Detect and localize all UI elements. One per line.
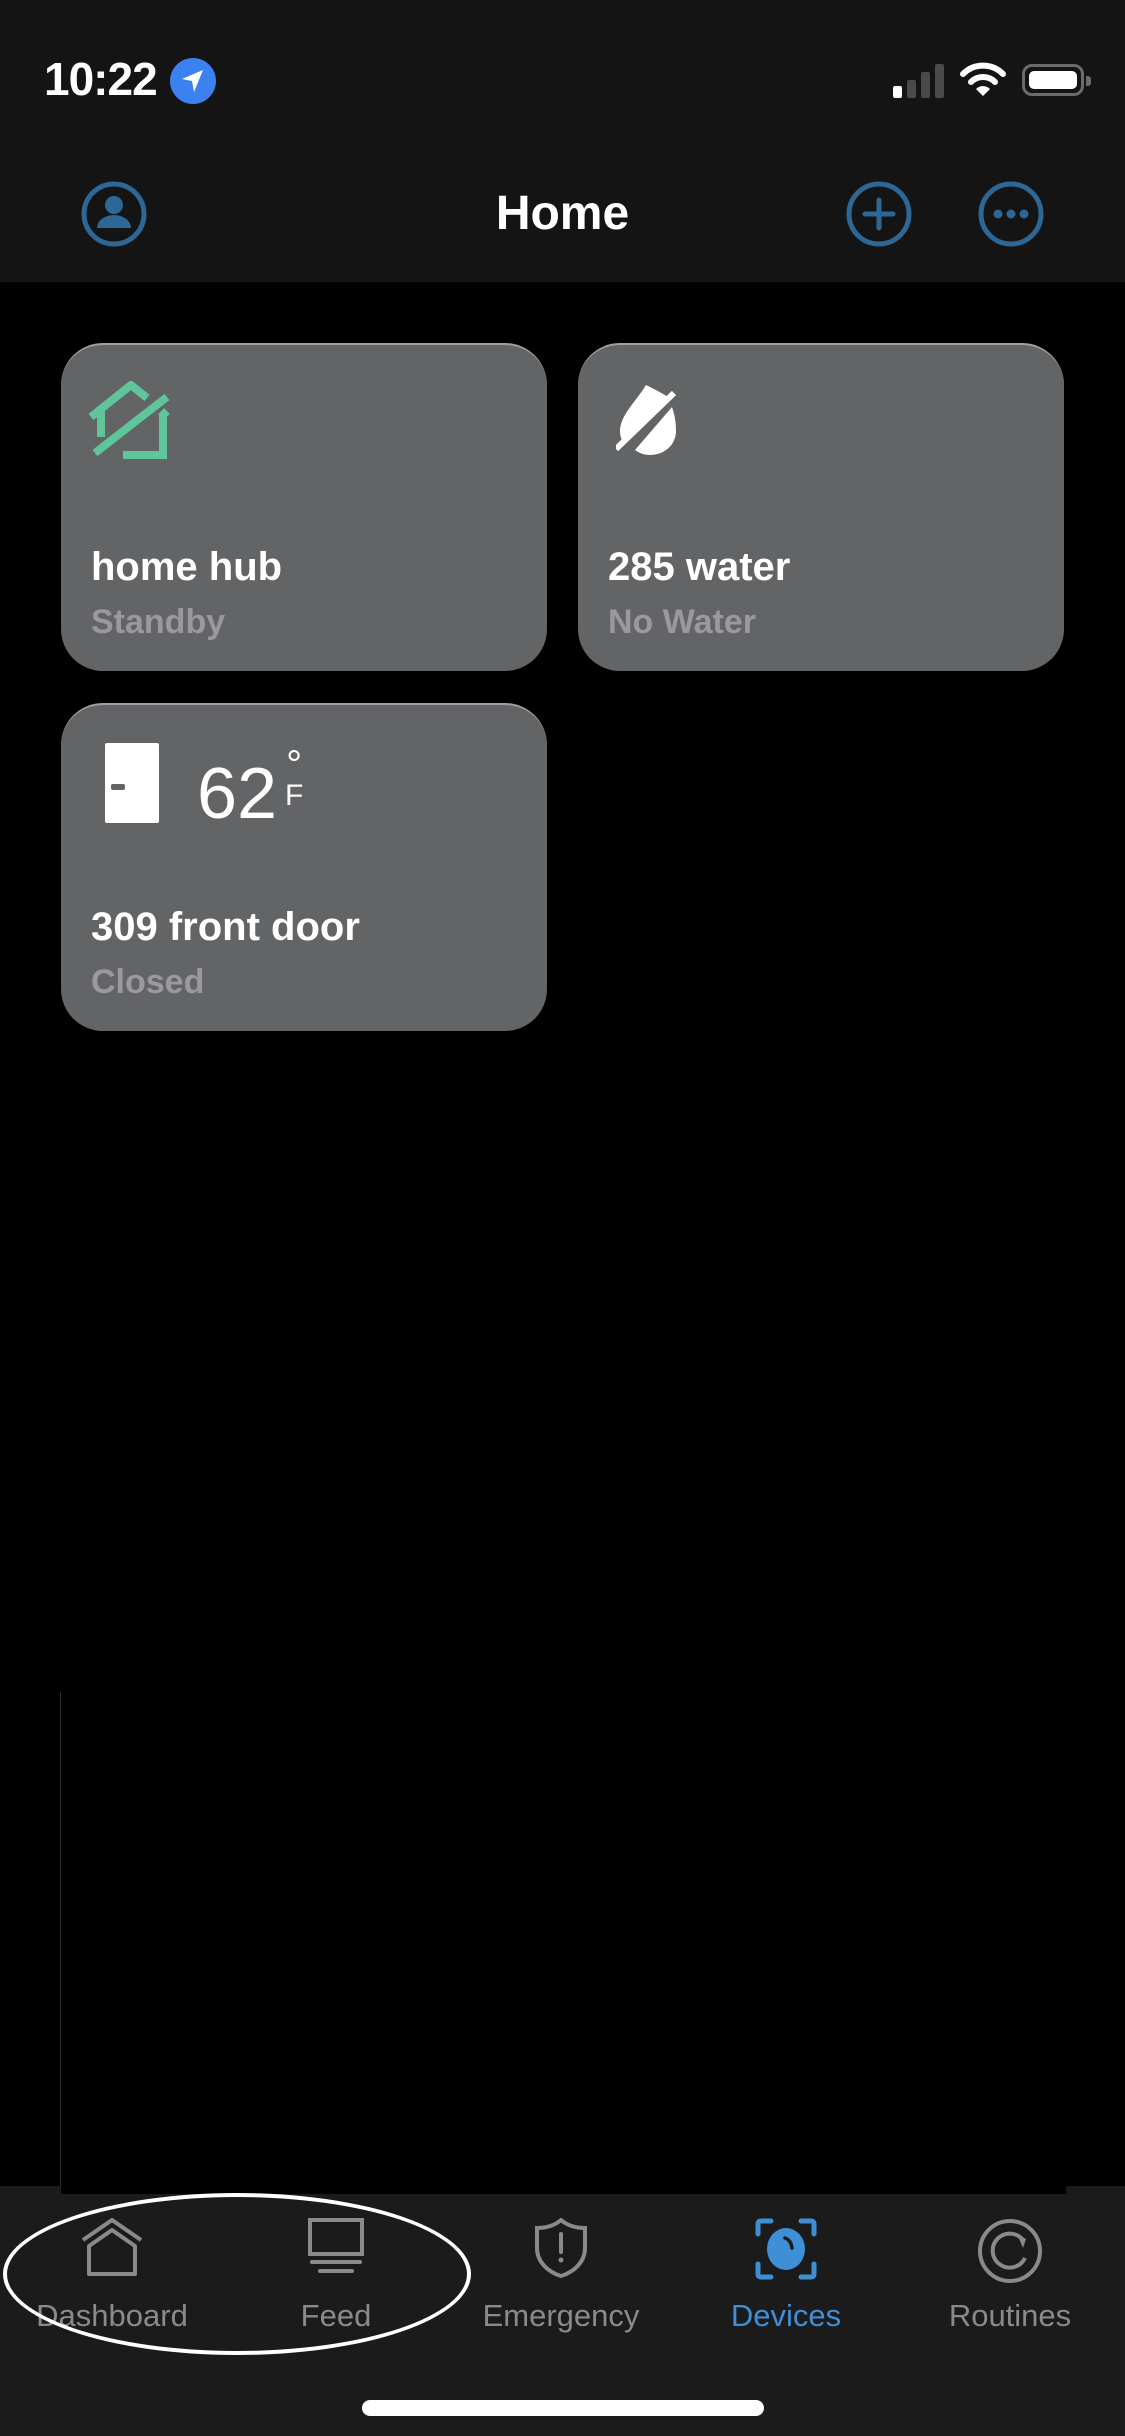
device-name: home hub (91, 545, 283, 589)
status-bar: 10:22 (0, 0, 1125, 150)
device-name: 309 front door (91, 905, 360, 949)
page-title: Home (495, 187, 630, 240)
house-icon (81, 2218, 143, 2276)
cellular-signal-icon (893, 64, 944, 98)
divider-line (60, 1692, 61, 2190)
tab-label: Dashboard (36, 2298, 188, 2333)
shield-alert-icon (535, 2218, 587, 2278)
device-status: Closed (91, 963, 205, 1001)
location-arrow-icon (170, 58, 216, 104)
content-edge (61, 2186, 1066, 2194)
add-device-button[interactable] (845, 180, 913, 248)
tab-label: Devices (730, 2298, 842, 2333)
device-name: 285 water (608, 545, 791, 589)
temperature-value: 62 (197, 754, 278, 834)
home-hub-offline-icon (89, 381, 170, 459)
ellipsis-circle-icon (978, 181, 1044, 247)
tab-bar: Dashboard Feed Emergency Devices Routine… (0, 2186, 1125, 2436)
temperature-unit-letter: F (285, 779, 304, 812)
device-status: No Water (608, 603, 756, 641)
devices-camera-icon (755, 2218, 817, 2280)
wifi-icon (960, 62, 1006, 96)
tab-label: Feed (300, 2298, 372, 2333)
status-time: 10:22 (44, 53, 158, 105)
tab-devices[interactable]: Devices (676, 2218, 896, 2338)
refresh-circle-icon (978, 2219, 1042, 2283)
battery-full-icon (1022, 64, 1091, 96)
tab-dashboard[interactable]: Dashboard (2, 2218, 222, 2338)
tab-label: Emergency (482, 2298, 640, 2333)
temperature-unit: ° F (285, 743, 304, 812)
home-indicator[interactable] (362, 2400, 764, 2416)
tab-label: Routines (948, 2298, 1072, 2333)
door-closed-icon (105, 743, 159, 823)
water-off-icon (616, 385, 677, 455)
header: Home (0, 150, 1125, 282)
device-card-home-hub[interactable]: home hub Standby (61, 343, 547, 671)
device-card-water[interactable]: 285 water No Water (578, 343, 1064, 671)
plus-circle-icon (846, 181, 912, 247)
device-card-front-door[interactable]: 62 ° F 309 front door Closed (61, 703, 547, 1031)
monitor-icon (308, 2218, 364, 2273)
temperature-degree: ° (286, 743, 303, 787)
tab-emergency[interactable]: Emergency (451, 2218, 671, 2338)
tab-routines[interactable]: Routines (900, 2218, 1120, 2338)
tab-feed[interactable]: Feed (226, 2218, 446, 2338)
device-status: Standby (91, 603, 226, 641)
more-options-button[interactable] (977, 180, 1045, 248)
